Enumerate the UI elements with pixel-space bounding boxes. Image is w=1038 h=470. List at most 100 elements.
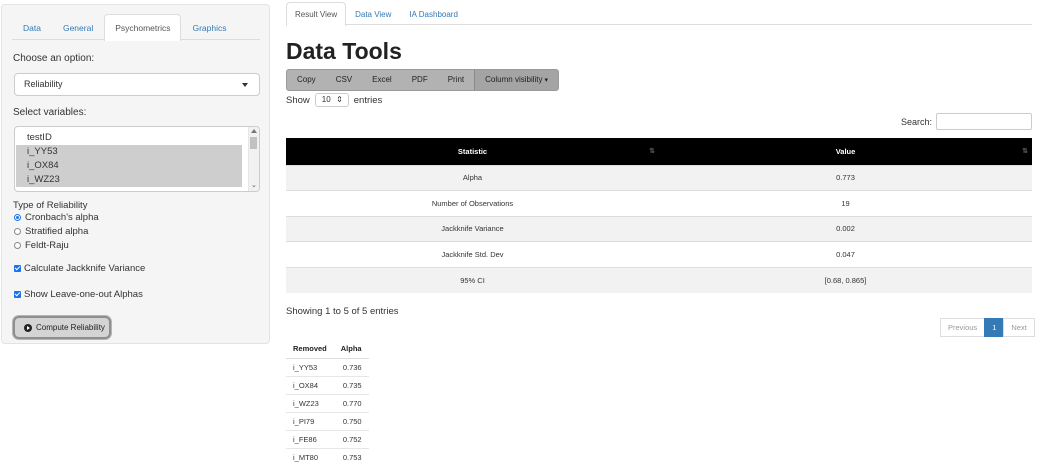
table-cell: i_YY53 [286, 357, 334, 376]
column-header-value[interactable]: Value ⇅ [659, 138, 1032, 165]
table-row: i_WZ23 0.770 [286, 393, 369, 412]
page-title: Data Tools [286, 38, 402, 64]
tab-psychometrics[interactable]: Psychometrics [104, 14, 182, 41]
radio-label: Feldt-Raju [25, 240, 69, 251]
table-row: Alpha 0.773 [286, 164, 1032, 191]
variables-listbox[interactable]: testID i_YY53 i_OX84 i_WZ23 ⌄ [14, 126, 260, 192]
table-row: i_MT80 0.753 [286, 447, 369, 466]
table-header-row: Statistic ⇅ Value ⇅ [286, 138, 1032, 165]
table-row: Jackknife Variance 0.002 [286, 215, 1032, 242]
table-cell: [0.68, 0.865] [659, 266, 1032, 293]
table-row: i_PI79 0.750 [286, 411, 369, 430]
search-input[interactable] [936, 113, 1032, 130]
export-button-group: Copy CSV Excel PDF Print Column visibili… [286, 69, 560, 91]
table-cell: Alpha [286, 164, 659, 191]
table-row: i_FE86 0.752 [286, 429, 369, 448]
jackknife-checkbox-row[interactable]: Calculate Jackknife Variance [14, 263, 145, 274]
page-1-button[interactable]: 1 [984, 318, 1005, 337]
leave-one-out-table: Removed Alpha i_YY53 0.736 i_OX84 0.735 i_… [286, 340, 369, 466]
table-cell: i_PI79 [286, 411, 334, 430]
table-cell: Jackknife Variance [286, 215, 659, 242]
tab-result-view[interactable]: Result View [286, 2, 347, 26]
variable-option[interactable]: i_WZ23 [16, 173, 242, 187]
table-row: Jackknife Std. Dev 0.047 [286, 241, 1032, 267]
listbox-scrollbar[interactable]: ⌄ [248, 127, 259, 191]
table-cell: Jackknife Std. Dev [286, 241, 659, 267]
csv-button[interactable]: CSV [326, 70, 362, 90]
compute-reliability-button[interactable]: Compute Reliability [13, 316, 111, 339]
scroll-up-icon[interactable] [251, 129, 257, 133]
copy-button[interactable]: Copy [287, 70, 326, 90]
radio-stratified[interactable]: Stratified alpha [14, 226, 88, 237]
radio-cronbach[interactable]: Cronbach's alpha [14, 212, 99, 223]
tab-graphics[interactable]: Graphics [181, 14, 237, 40]
leave-one-out-checkbox[interactable] [14, 291, 21, 298]
table-cell: i_WZ23 [286, 393, 334, 412]
excel-button[interactable]: Excel [362, 70, 402, 90]
next-page-button[interactable]: Next [1003, 318, 1035, 337]
radio-feldt-raju[interactable]: Feldt-Raju [14, 240, 69, 251]
radio-button[interactable] [14, 214, 21, 221]
radio-label: Stratified alpha [25, 226, 89, 237]
sidebar-tabs: Data General Psychometrics Graphics [12, 14, 260, 41]
tab-data[interactable]: Data [12, 14, 52, 40]
variable-option[interactable]: i_YY53 [16, 145, 242, 159]
table-row: Number of Observations 19 [286, 190, 1032, 216]
compute-button-label: Compute Reliability [36, 323, 105, 332]
main-tabs: Result View Data View IA Dashboard [286, 2, 1032, 26]
choose-option-label: Choose an option: [13, 53, 95, 64]
tab-data-view[interactable]: Data View [346, 2, 400, 25]
search-label: Search: [900, 116, 932, 127]
table-info: Showing 1 to 5 of 5 entries [286, 306, 399, 317]
jackknife-label: Calculate Jackknife Variance [24, 263, 146, 274]
variable-option[interactable]: i_OX84 [16, 159, 242, 173]
select-variables-label: Select variables: [13, 107, 87, 118]
leave-one-out-label: Show Leave-one-out Alphas [24, 289, 143, 300]
sort-icon[interactable]: ⇅ [1022, 147, 1028, 155]
option-select[interactable]: Reliability [14, 73, 260, 96]
table-cell: 0.753 [333, 447, 369, 466]
radio-button[interactable] [14, 228, 21, 235]
table-row: 95% CI [0.68, 0.865] [286, 266, 1032, 293]
tab-ia-dashboard[interactable]: IA Dashboard [400, 2, 466, 25]
leave-one-out-checkbox-row[interactable]: Show Leave-one-out Alphas [14, 289, 143, 300]
jackknife-checkbox[interactable] [14, 265, 21, 272]
radio-button[interactable] [14, 242, 21, 249]
table-cell: 19 [659, 190, 1032, 216]
sidebar-panel: Data General Psychometrics Graphics Choo… [1, 4, 270, 344]
column-visibility-button[interactable]: Column visibility [474, 70, 559, 90]
scrollbar-thumb[interactable] [250, 137, 257, 149]
table-cell: i_OX84 [286, 375, 334, 394]
table-cell: 95% CI [286, 266, 659, 293]
entries-label: entries [353, 94, 383, 106]
column-header-statistic[interactable]: Statistic ⇅ [286, 138, 659, 165]
tab-general[interactable]: General [52, 14, 104, 40]
table-row: i_OX84 0.735 [286, 375, 369, 394]
sort-icon[interactable]: ⇅ [649, 147, 655, 155]
table-cell: 0.750 [333, 411, 369, 430]
table-cell: i_FE86 [286, 429, 334, 448]
caret-down-icon [242, 83, 248, 87]
table-cell: 0.770 [333, 393, 369, 412]
table-header-row: Removed Alpha [286, 340, 369, 359]
scroll-down-icon[interactable]: ⌄ [251, 182, 257, 189]
variable-option[interactable]: testID [16, 131, 242, 145]
entries-select[interactable]: 10 [314, 93, 349, 107]
previous-page-button[interactable]: Previous [940, 318, 986, 337]
show-label: Show [286, 94, 310, 106]
radio-label: Cronbach's alpha [25, 212, 99, 223]
table-cell: 0.752 [333, 429, 369, 448]
header-label: Statistic [457, 146, 488, 156]
table-cell: 0.047 [659, 241, 1032, 267]
play-circle-icon [24, 323, 32, 332]
pdf-button[interactable]: PDF [402, 70, 438, 90]
table-cell: Number of Observations [286, 190, 659, 216]
entries-length-control: Show 10 entries [286, 93, 382, 107]
column-header-removed: Removed [286, 340, 334, 359]
results-table: Statistic ⇅ Value ⇅ Alpha 0.773 Number o… [286, 138, 1032, 293]
print-button[interactable]: Print [438, 70, 474, 90]
header-label: Value [835, 146, 856, 156]
table-cell: i_MT80 [286, 447, 334, 466]
pagination: Previous 1 Next [940, 318, 1035, 337]
table-cell: 0.773 [659, 164, 1032, 191]
